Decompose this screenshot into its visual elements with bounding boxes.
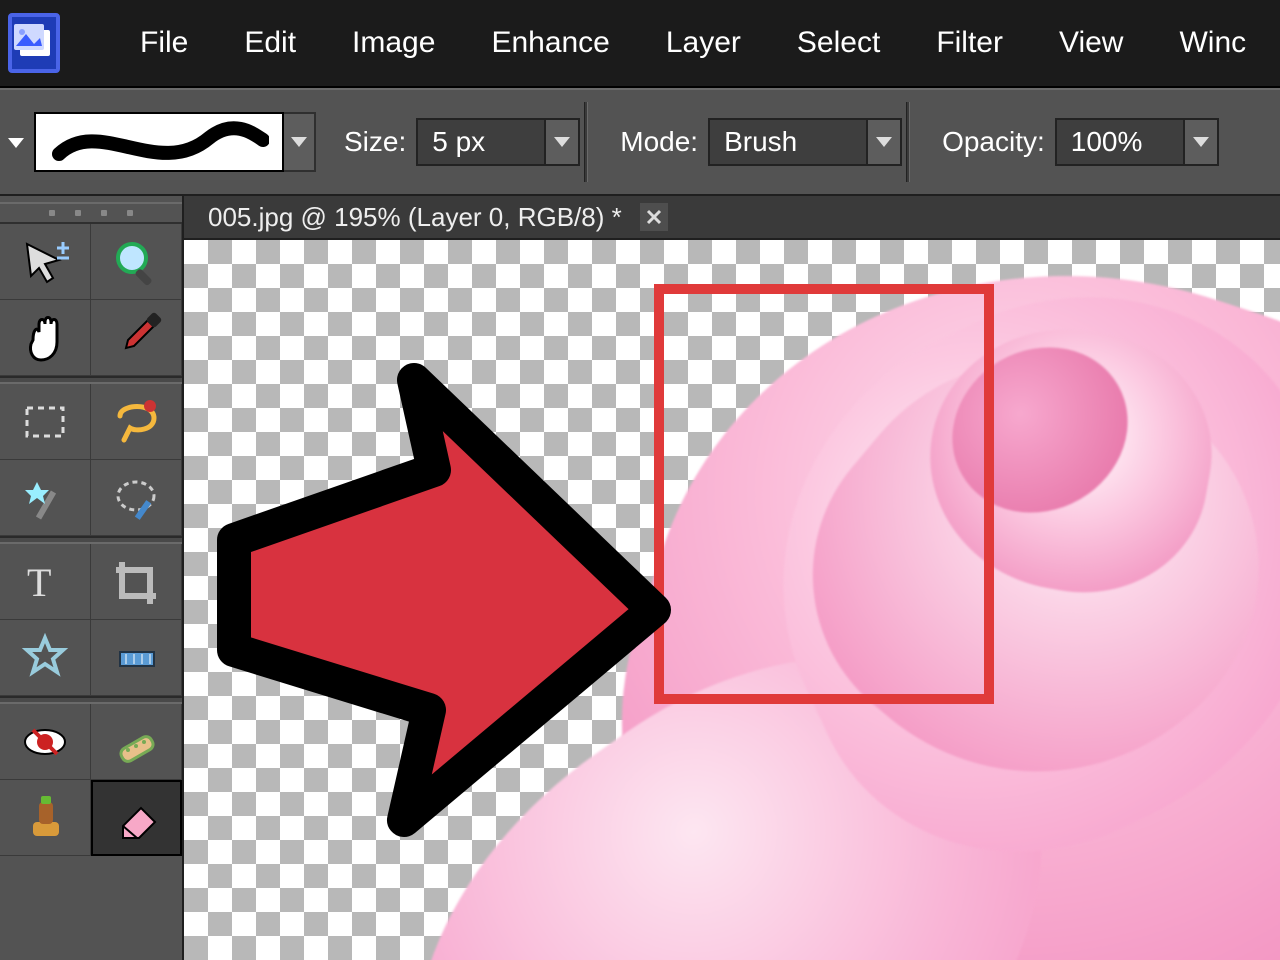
toolbox: T [0,196,184,960]
size-field[interactable]: 5 px [416,118,546,166]
brush-preset-dropdown[interactable] [284,112,316,172]
menu-layer[interactable]: Layer [638,26,769,60]
opacity-field[interactable]: 100% [1055,118,1185,166]
magic-wand-tool[interactable] [0,460,91,536]
marquee-tool[interactable] [0,384,91,460]
zoom-tool[interactable] [91,224,182,300]
toolbox-divider [0,376,182,384]
lasso-tool[interactable] [91,384,182,460]
svg-text:T: T [27,560,51,605]
hand-tool[interactable] [0,300,91,376]
toolbox-divider [0,696,182,704]
eyedropper-tool[interactable] [91,300,182,376]
straighten-tool[interactable] [91,620,182,696]
red-eye-tool[interactable] [0,704,91,780]
app-logo-icon[interactable] [8,13,60,73]
mode-label: Mode: [620,126,698,158]
separator [906,102,910,182]
brush-preset-preview[interactable] [34,112,284,172]
document-tab[interactable]: 005.jpg @ 195% (Layer 0, RGB/8) * [208,202,622,233]
document-area: 005.jpg @ 195% (Layer 0, RGB/8) * [184,196,1280,960]
eraser-tool[interactable] [91,780,182,856]
menu-edit[interactable]: Edit [216,26,324,60]
menu-view[interactable]: View [1031,26,1151,60]
tab-close-button[interactable] [640,203,668,231]
annotation-arrow-icon [184,340,674,860]
annotation-highlight-box [654,284,994,704]
mode-field[interactable]: Brush [708,118,868,166]
crop-tool[interactable] [91,544,182,620]
workspace: T [0,196,1280,960]
menu-select[interactable]: Select [769,26,908,60]
opacity-label: Opacity: [942,126,1045,158]
canvas[interactable] [184,240,1280,960]
healing-brush-tool[interactable] [91,704,182,780]
menu-filter[interactable]: Filter [908,26,1031,60]
menu-enhance[interactable]: Enhance [463,26,637,60]
mode-dropdown[interactable] [868,118,902,166]
opacity-dropdown[interactable] [1185,118,1219,166]
menu-image[interactable]: Image [324,26,463,60]
options-menu-chevron-icon[interactable] [4,130,28,154]
move-tool[interactable] [0,224,91,300]
quick-selection-tool[interactable] [91,460,182,536]
menu-bar: File Edit Image Enhance Layer Select Fil… [0,0,1280,88]
toolbox-grip[interactable] [0,202,182,224]
type-tool[interactable]: T [0,544,91,620]
menu-window[interactable]: Winc [1151,26,1274,60]
menu-file[interactable]: File [112,26,216,60]
tool-options-bar: Size: 5 px Mode: Brush Opacity: 100% [0,88,1280,196]
document-tab-bar: 005.jpg @ 195% (Layer 0, RGB/8) * [184,196,1280,240]
size-label: Size: [344,126,406,158]
cookie-cutter-tool[interactable] [0,620,91,696]
clone-stamp-tool[interactable] [0,780,91,856]
size-dropdown[interactable] [546,118,580,166]
toolbox-divider [0,536,182,544]
separator [584,102,588,182]
